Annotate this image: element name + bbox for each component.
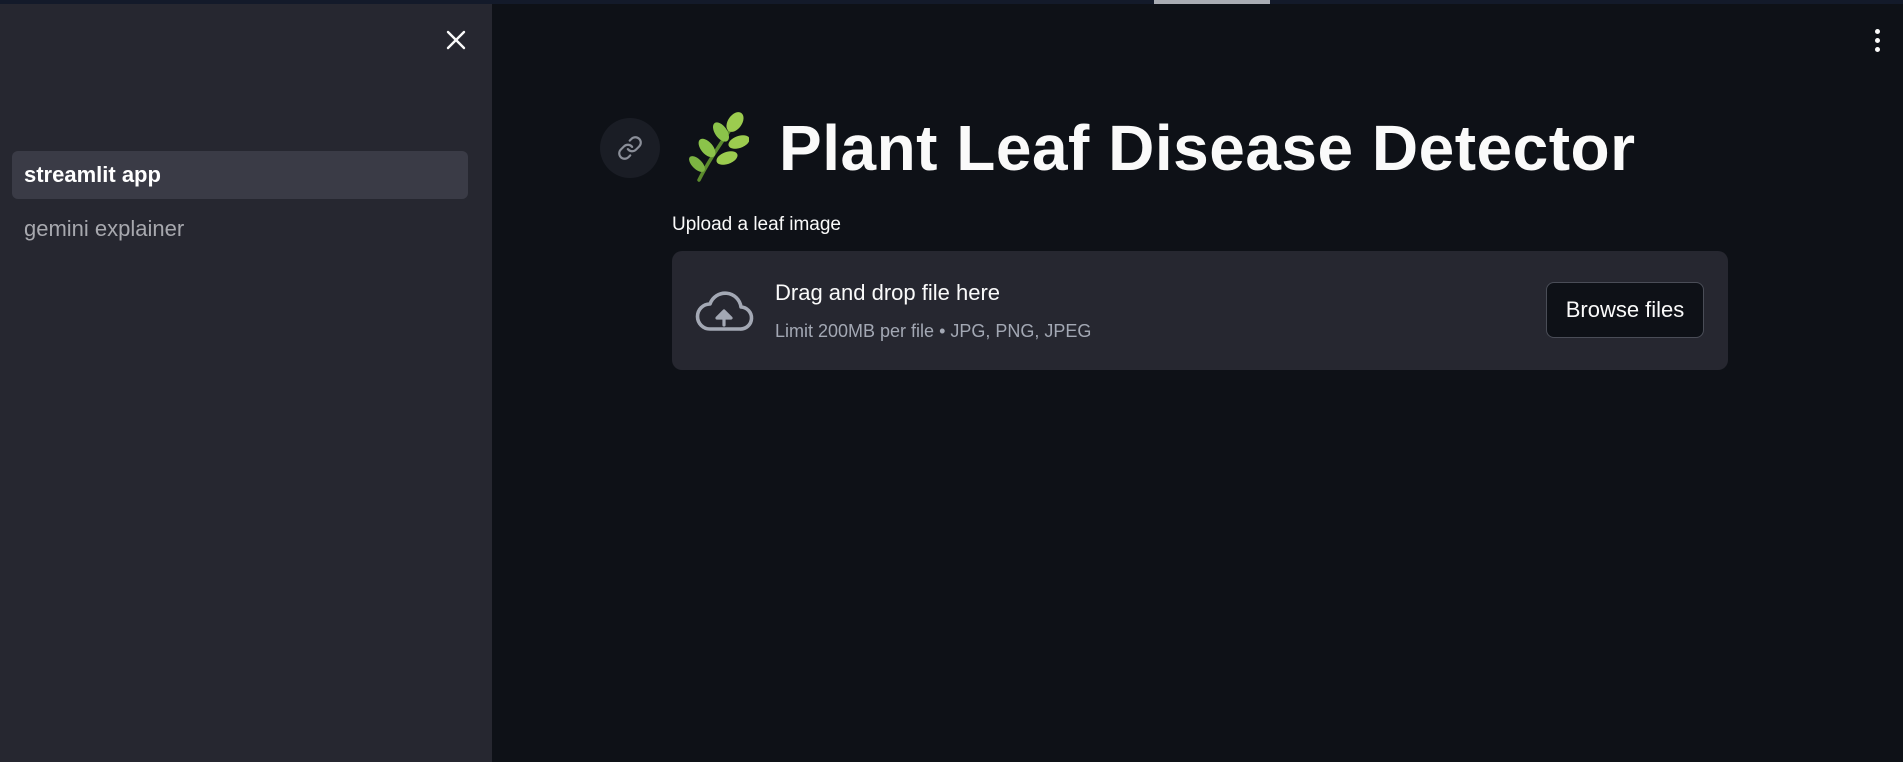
- loading-indicator: [1154, 0, 1270, 4]
- sidebar: streamlit app gemini explainer: [0, 0, 492, 762]
- top-decoration-bar: [0, 0, 1903, 4]
- cloud-upload-icon: [695, 291, 754, 331]
- vertical-dots-icon: [1874, 28, 1880, 34]
- dropzone-limit-text: Limit 200MB per file • JPG, PNG, JPEG: [775, 321, 1092, 341]
- dropzone-title: Drag and drop file here: [775, 280, 1001, 305]
- sidebar-item-label: streamlit app: [24, 162, 161, 187]
- sidebar-item-label: gemini explainer: [24, 216, 185, 241]
- sidebar-item-streamlit-app[interactable]: streamlit app: [12, 151, 468, 199]
- uploader-label: Upload a leaf image: [672, 214, 841, 235]
- sidebar-nav: streamlit app gemini explainer: [12, 151, 468, 259]
- file-dropzone[interactable]: Drag and drop file here Limit 200MB per …: [672, 251, 1728, 370]
- close-icon: [446, 30, 466, 50]
- page-title: Plant Leaf Disease Detector: [779, 112, 1636, 184]
- header-anchor-link[interactable]: [600, 118, 660, 178]
- page-header: Plant Leaf Disease Detector: [685, 104, 1636, 192]
- browse-files-button[interactable]: Browse files: [1546, 282, 1704, 338]
- herb-leaf-icon: [689, 112, 749, 182]
- link-icon: [618, 136, 642, 160]
- main-menu-button[interactable]: [1867, 24, 1887, 56]
- sidebar-item-gemini-explainer[interactable]: gemini explainer: [12, 205, 468, 253]
- close-sidebar-button[interactable]: [440, 24, 472, 56]
- main-content: Plant Leaf Disease Detector Upload a lea…: [492, 0, 1903, 762]
